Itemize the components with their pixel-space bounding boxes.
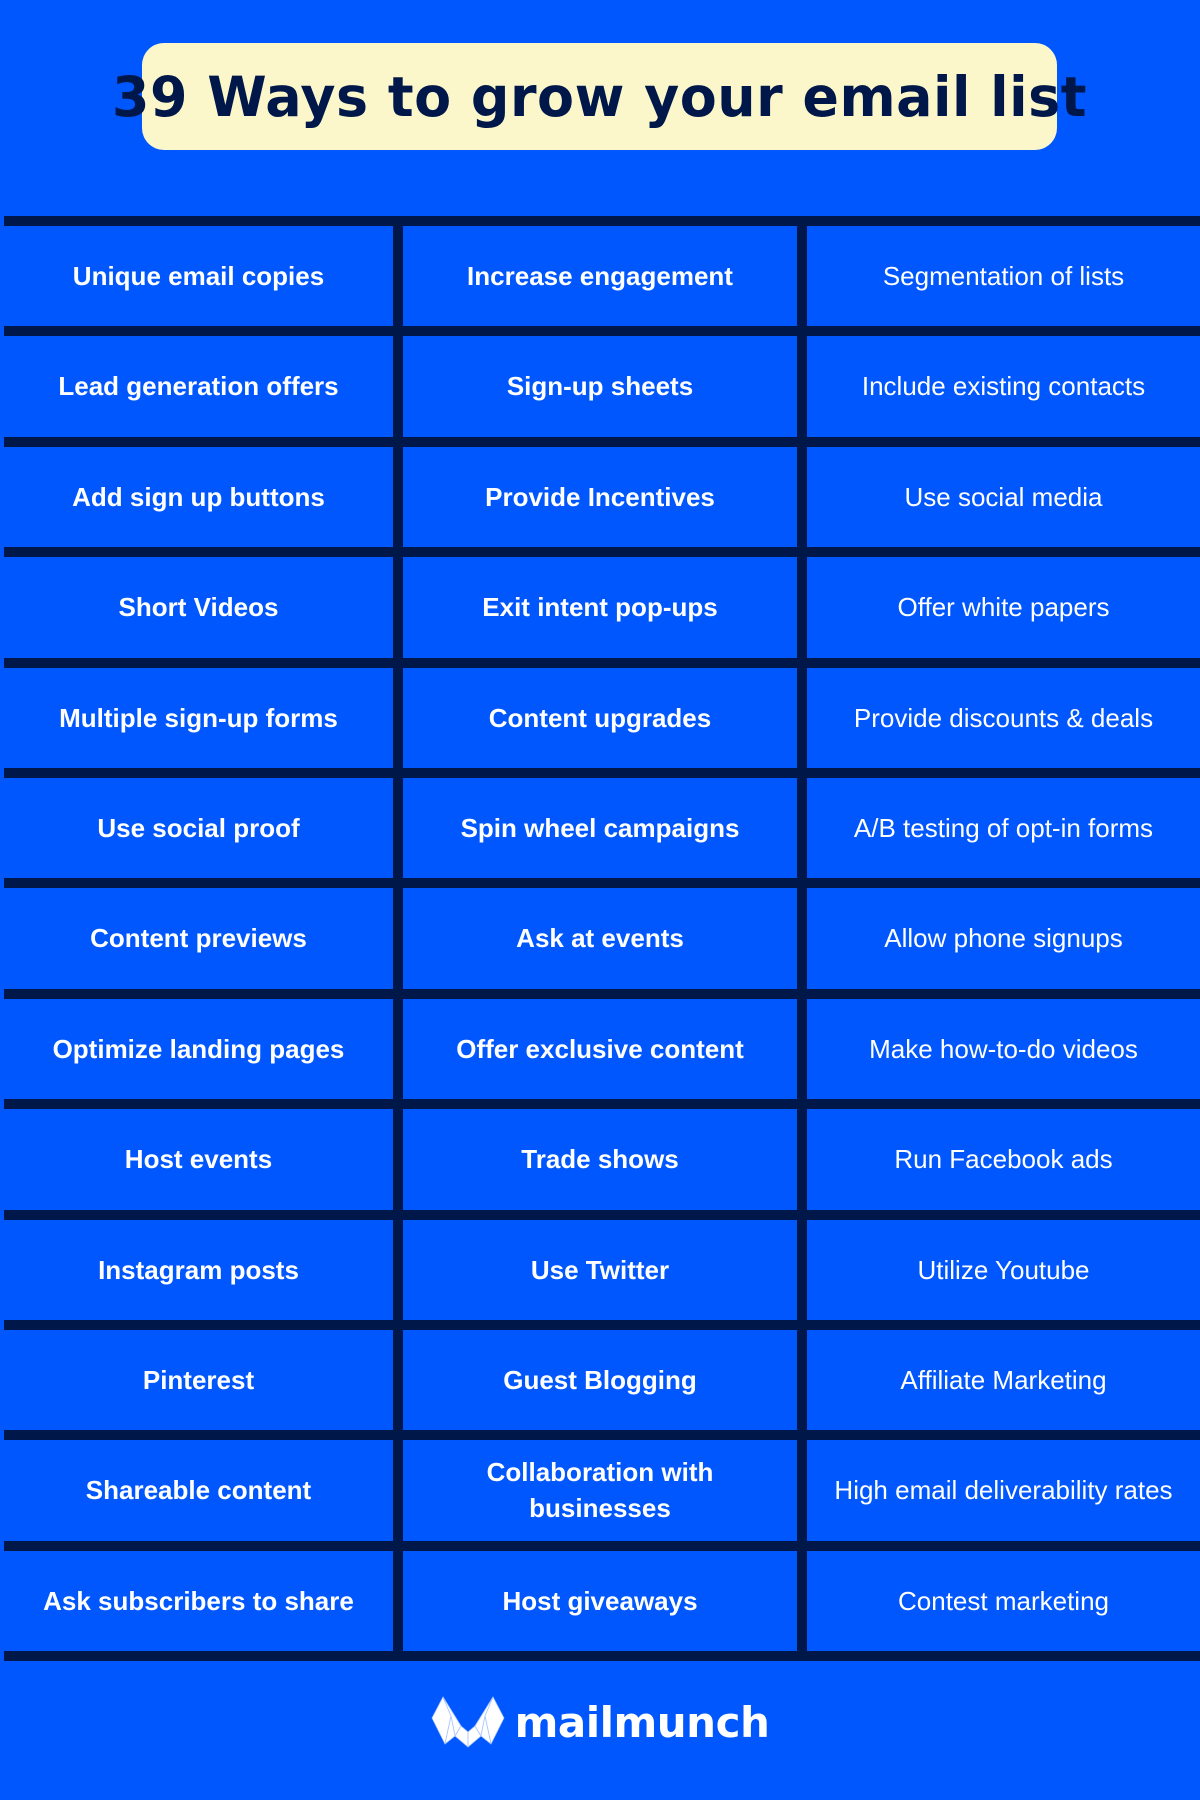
grid-row-divider (4, 326, 1200, 336)
list-item: Shareable content (85, 1475, 312, 1505)
list-item: High email deliverability rates (834, 1475, 1173, 1505)
list-item: Include existing contacts (861, 371, 1146, 401)
grid-row-divider (4, 1210, 1200, 1220)
list-item: Add sign up buttons (72, 482, 325, 512)
list-item: Optimize landing pages (52, 1034, 345, 1064)
grid-column-divider (393, 216, 403, 1656)
list-item: Contest marketing (898, 1586, 1109, 1616)
grid-column-divider (797, 216, 807, 1656)
list-item: Multiple sign-up forms (59, 703, 338, 733)
title-banner: 39 Ways to grow your email list (112, 43, 1087, 150)
grid-row-divider (4, 1320, 1200, 1330)
brand-wordmark: mailmunch (514, 1697, 770, 1747)
list-item: Lead generation offers (58, 371, 339, 401)
list-item: Segmentation of lists (882, 261, 1125, 291)
list-item: Affiliate Marketing (900, 1365, 1107, 1395)
ways-grid: Unique email copies Increase engagement Se… (0, 216, 1200, 1661)
list-item: Use social media (904, 482, 1103, 512)
grid-row-divider (4, 1430, 1200, 1440)
grid-row-divider (4, 216, 1200, 226)
list-item: Trade shows (521, 1144, 679, 1174)
footer-logo: mailmunch (0, 1694, 1200, 1750)
grid-row-divider (4, 878, 1200, 888)
list-item: Use Twitter (530, 1255, 670, 1285)
list-item: Collaboration with businesses (486, 1457, 714, 1523)
grid-row-divider (4, 989, 1200, 999)
list-item: Content previews (90, 923, 307, 953)
list-item: Sign-up sheets (506, 371, 694, 401)
grid-row-divider (4, 547, 1200, 557)
list-item: Run Facebook ads (894, 1144, 1113, 1174)
list-item: Host events (124, 1144, 273, 1174)
list-item: Offer white papers (897, 592, 1110, 622)
list-item: Make how-to-do videos (869, 1034, 1138, 1064)
list-item: Pinterest (142, 1365, 255, 1395)
list-item: A/B testing of opt-in forms (853, 813, 1154, 843)
list-item: Offer exclusive content (456, 1034, 744, 1064)
grid-row-divider (4, 658, 1200, 668)
grid-row-divider (4, 1541, 1200, 1551)
list-item: Host giveaways (502, 1586, 698, 1616)
mailmunch-logo-icon (431, 1696, 505, 1748)
list-item: Provide discounts & deals (853, 703, 1154, 733)
grid-row-divider (4, 437, 1200, 447)
list-item: Ask at events (516, 923, 684, 953)
list-item: Utilize Youtube (917, 1255, 1090, 1285)
grid-row-divider (4, 1099, 1200, 1109)
list-item: Instagram posts (98, 1255, 299, 1285)
list-item: Guest Blogging (503, 1365, 697, 1395)
list-item: Content upgrades (488, 703, 712, 733)
list-item: Use social proof (97, 813, 300, 843)
list-item: Ask subscribers to share (43, 1586, 354, 1616)
page-title: 39 Ways to grow your email list (111, 64, 1088, 129)
list-item: Unique email copies (72, 261, 325, 291)
list-item: Spin wheel campaigns (460, 813, 740, 843)
list-item: Provide Incentives (485, 482, 715, 512)
list-item: Allow phone signups (884, 923, 1123, 953)
list-item: Increase engagement (467, 261, 733, 291)
list-item: Exit intent pop-ups (482, 592, 718, 622)
grid-row-divider (4, 1651, 1200, 1661)
grid-row-divider (4, 768, 1200, 778)
list-item: Short Videos (118, 592, 279, 622)
